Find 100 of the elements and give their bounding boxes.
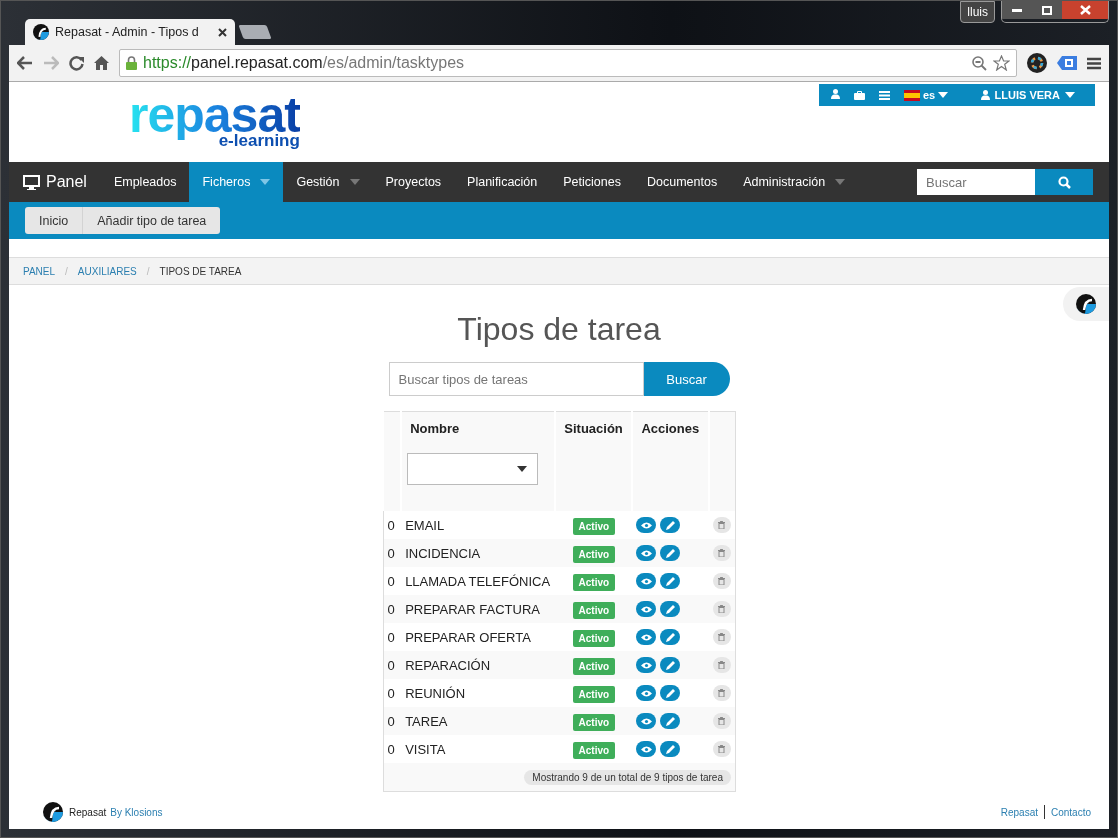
nav-item[interactable]: Proyectos xyxy=(372,162,455,202)
status-label: Activo xyxy=(572,741,616,759)
new-tab-button[interactable] xyxy=(238,25,272,39)
trash-icon xyxy=(718,577,726,585)
footer-link[interactable]: Repasat xyxy=(1000,806,1038,818)
edit-button[interactable] xyxy=(660,601,681,617)
delete-button[interactable] xyxy=(712,713,731,729)
view-button[interactable] xyxy=(636,517,657,533)
status-label: Activo xyxy=(572,517,616,535)
caret-icon xyxy=(349,179,360,185)
profile-button[interactable] xyxy=(831,89,840,101)
table-cell: VISITA xyxy=(401,735,556,763)
search-button[interactable] xyxy=(1035,169,1093,195)
caret-icon xyxy=(1065,92,1075,98)
pencil-icon xyxy=(665,604,675,614)
table-cell: 0 xyxy=(383,595,402,623)
close-button[interactable] xyxy=(1062,1,1108,19)
maximize-button[interactable] xyxy=(1032,1,1062,19)
floating-logo-button[interactable] xyxy=(1063,287,1109,321)
home-icon[interactable] xyxy=(94,56,109,70)
nav-item[interactable]: Gestión xyxy=(283,162,373,202)
view-button[interactable] xyxy=(636,657,657,673)
table-cell: TAREA xyxy=(401,707,556,735)
table-cell: PREPARAR FACTURA xyxy=(401,595,556,623)
table-cell: 0 xyxy=(383,651,402,679)
delete-button[interactable] xyxy=(712,601,731,617)
footer-link[interactable]: Contacto xyxy=(1050,806,1091,818)
view-button[interactable] xyxy=(636,573,657,589)
view-button[interactable] xyxy=(636,685,657,701)
view-button[interactable] xyxy=(636,713,657,729)
panel-brand[interactable]: Panel xyxy=(9,173,101,191)
status-label: Activo xyxy=(572,601,616,619)
nav-item[interactable]: Planificación xyxy=(454,162,551,202)
eye-icon xyxy=(640,521,652,529)
view-button[interactable] xyxy=(636,601,657,617)
trash-icon xyxy=(718,549,726,557)
browser-tab[interactable]: Repasat - Admin - Tipos d xyxy=(25,19,235,45)
table-cell: 0 xyxy=(383,707,402,735)
table-cell: 0 xyxy=(383,567,402,595)
pencil-icon xyxy=(665,548,675,558)
delete-button[interactable] xyxy=(712,657,731,673)
breadcrumb-link[interactable]: AUXILIARES xyxy=(77,265,137,277)
menu-icon[interactable] xyxy=(1087,56,1101,70)
nav-item[interactable]: Ficheros xyxy=(189,162,284,202)
address-bar[interactable]: https://panel.repasat.com/es/admin/tasktypes xyxy=(119,49,1017,77)
column-header: Situación xyxy=(555,411,633,445)
logo-icon xyxy=(1076,294,1096,314)
edit-button[interactable] xyxy=(660,517,681,533)
nav-item[interactable]: Documentos xyxy=(633,162,731,202)
subnav-button[interactable]: Añadir tipo de tarea xyxy=(82,207,221,234)
nav-item[interactable]: Peticiones xyxy=(550,162,634,202)
star-icon[interactable] xyxy=(993,55,1010,71)
nav-item[interactable]: Empleados xyxy=(100,162,190,202)
trash-icon xyxy=(718,605,726,613)
user-badge[interactable]: lluis xyxy=(960,1,995,23)
table-cell: EMAIL xyxy=(401,511,556,539)
view-button[interactable] xyxy=(636,545,657,561)
breadcrumb-separator: / xyxy=(65,265,68,277)
language-selector[interactable]: es xyxy=(904,89,949,101)
eye-icon xyxy=(640,689,652,697)
edit-button[interactable] xyxy=(660,713,681,729)
eye-icon xyxy=(640,605,652,613)
search-field[interactable]: Buscar xyxy=(917,169,1035,195)
briefcase-icon[interactable] xyxy=(854,90,865,100)
view-button[interactable] xyxy=(636,629,657,645)
back-icon[interactable] xyxy=(17,56,33,70)
pencil-icon xyxy=(665,576,675,586)
table-cell: 0 xyxy=(383,511,402,539)
list-icon[interactable] xyxy=(879,90,890,100)
reload-icon[interactable] xyxy=(69,55,84,71)
close-icon[interactable] xyxy=(218,27,227,37)
delete-button[interactable] xyxy=(712,741,731,757)
edit-button[interactable] xyxy=(660,545,681,561)
footer-link[interactable]: By Klosions xyxy=(110,806,163,818)
table-cell: INCIDENCIA xyxy=(401,539,556,567)
table-cell: 0 xyxy=(383,735,402,763)
edit-button[interactable] xyxy=(660,629,681,645)
delete-button[interactable] xyxy=(712,629,731,645)
search-field[interactable]: Buscar tipos de tareas xyxy=(388,362,644,396)
zoom-out-icon[interactable] xyxy=(972,55,987,71)
nav-item[interactable]: Administración xyxy=(730,162,859,202)
delete-button[interactable] xyxy=(712,573,731,589)
delete-button[interactable] xyxy=(712,545,731,561)
tag-icon[interactable] xyxy=(1057,55,1077,71)
delete-button[interactable] xyxy=(712,517,731,533)
camera-lens-icon[interactable] xyxy=(1027,53,1047,73)
view-button[interactable] xyxy=(636,741,657,757)
breadcrumb-link[interactable]: PANEL xyxy=(23,265,56,277)
minimize-button[interactable] xyxy=(1002,1,1032,19)
edit-button[interactable] xyxy=(660,685,681,701)
lock-icon xyxy=(126,56,137,70)
edit-button[interactable] xyxy=(660,657,681,673)
delete-button[interactable] xyxy=(712,685,731,701)
search-button[interactable]: Buscar xyxy=(643,362,730,396)
subnav-button[interactable]: Inicio xyxy=(25,207,83,234)
edit-button[interactable] xyxy=(660,741,681,757)
user-menu[interactable]: LLUIS VERA xyxy=(980,89,1075,101)
edit-button[interactable] xyxy=(660,573,681,589)
trash-icon xyxy=(718,633,726,641)
table-cell: REUNIÓN xyxy=(401,679,556,707)
